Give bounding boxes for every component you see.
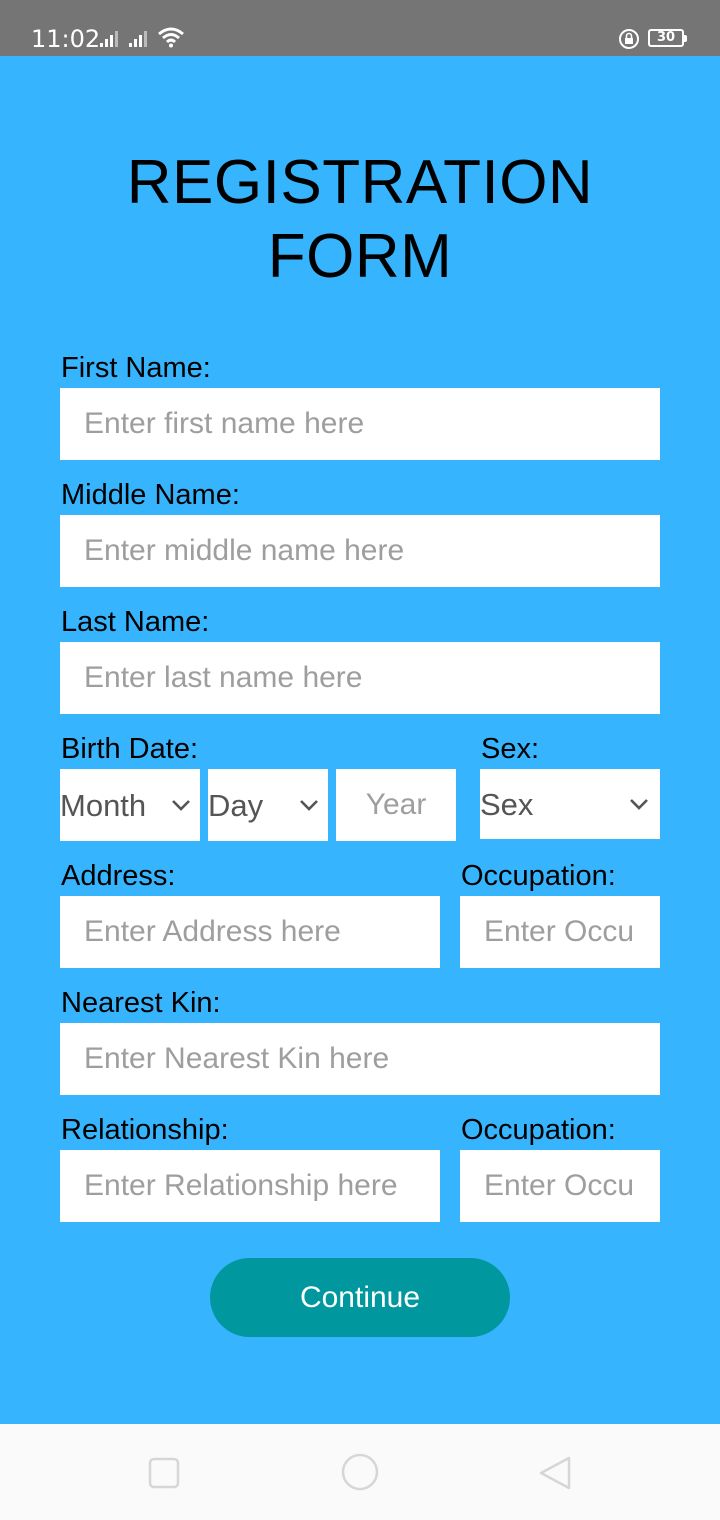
year-input[interactable] [336, 769, 456, 841]
status-time: 11:02 [31, 25, 101, 53]
kin-occupation-input[interactable] [460, 1150, 660, 1222]
middle-name-label: Middle Name: [61, 479, 240, 511]
status-bar: 11:02 30 [0, 0, 720, 56]
sex-select[interactable]: Sex [480, 769, 660, 839]
address-label: Address: [61, 860, 176, 892]
navigation-bar [0, 1424, 720, 1520]
relationship-input[interactable] [60, 1150, 440, 1222]
signal-icon [100, 31, 118, 47]
wifi-icon [158, 27, 184, 48]
continue-button[interactable]: Continue [210, 1258, 510, 1337]
nearest-kin-label: Nearest Kin: [61, 987, 221, 1019]
month-select[interactable]: Month [60, 769, 200, 841]
last-name-label: Last Name: [61, 606, 210, 638]
home-icon[interactable] [340, 1452, 380, 1492]
title-line-2: FORM [267, 222, 453, 291]
first-name-input[interactable] [60, 388, 660, 460]
battery-level: 30 [656, 30, 676, 45]
recent-apps-icon[interactable] [147, 1456, 181, 1490]
middle-name-input[interactable] [60, 515, 660, 587]
sex-select-value: Sex [480, 787, 534, 822]
month-select-value: Month [60, 788, 147, 823]
occupation-input[interactable] [460, 896, 660, 968]
kin-occupation-label: Occupation: [461, 1114, 616, 1146]
relationship-label: Relationship: [61, 1114, 229, 1146]
chevron-down-icon [172, 800, 190, 811]
chevron-down-icon [300, 800, 318, 811]
last-name-input[interactable] [60, 642, 660, 714]
first-name-label: First Name: [61, 352, 211, 384]
day-select-value: Day [208, 788, 264, 823]
title-line-1: REGISTRATION [126, 148, 594, 217]
rotation-lock-icon [619, 29, 639, 49]
address-input[interactable] [60, 896, 440, 968]
birth-date-label: Birth Date: [61, 733, 198, 765]
occupation-label: Occupation: [461, 860, 616, 892]
nearest-kin-input[interactable] [60, 1023, 660, 1095]
back-icon[interactable] [536, 1454, 574, 1492]
day-select[interactable]: Day [208, 769, 328, 841]
battery-icon: 30 [648, 29, 687, 47]
signal-icon [129, 31, 147, 47]
page-title: REGISTRATION FORM [0, 146, 720, 294]
sex-label: Sex: [481, 733, 540, 765]
chevron-down-icon [630, 799, 648, 810]
